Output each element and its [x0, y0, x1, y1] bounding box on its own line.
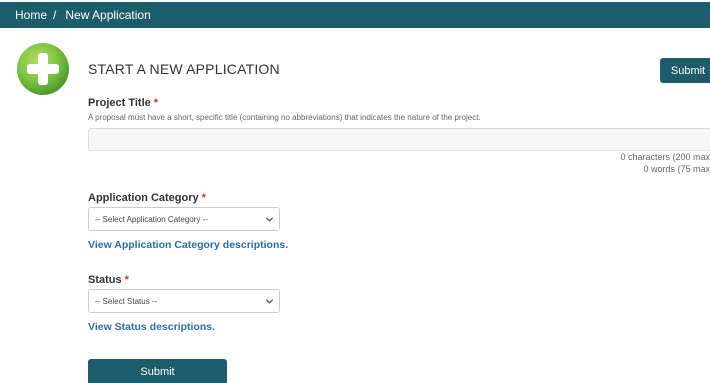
project-title-label-text: Project Title: [88, 97, 151, 109]
plus-circle-icon: [17, 43, 69, 95]
required-mark: *: [124, 274, 129, 286]
status-label-text: Status: [88, 274, 122, 286]
page-title: START A NEW APPLICATION: [88, 61, 280, 77]
required-mark: *: [153, 97, 159, 109]
breadcrumb-home-link[interactable]: Home: [15, 8, 47, 22]
application-category-select-wrapper: -- Select Application Category --: [88, 207, 280, 231]
submit-button-bottom[interactable]: Submit: [88, 359, 227, 383]
application-category-descriptions-link[interactable]: View Application Category descriptions.: [88, 239, 288, 251]
status-select-wrapper: -- Select Status --: [88, 289, 280, 313]
project-title-label: Project Title *: [88, 97, 158, 109]
project-title-input[interactable]: [88, 128, 710, 151]
application-category-select[interactable]: -- Select Application Category --: [88, 207, 280, 231]
project-title-help-text: A proposal must have a short, specific t…: [88, 113, 481, 122]
status-label: Status *: [88, 274, 129, 286]
character-counter: 0 characters (200 max: [620, 152, 710, 162]
submit-button-top[interactable]: Submit: [660, 58, 710, 83]
status-descriptions-link[interactable]: View Status descriptions.: [88, 321, 215, 333]
breadcrumb-current: New Application: [65, 8, 151, 22]
word-counter: 0 words (75 max: [643, 164, 710, 174]
page: Home / New Application START A NEW APPLICA…: [0, 0, 710, 383]
application-category-label-text: Application Category: [88, 192, 199, 204]
application-category-label: Application Category *: [88, 192, 206, 204]
breadcrumb-separator: /: [53, 8, 57, 22]
status-select[interactable]: -- Select Status --: [88, 289, 280, 313]
required-mark: *: [201, 192, 206, 204]
breadcrumb: Home / New Application: [0, 2, 710, 28]
